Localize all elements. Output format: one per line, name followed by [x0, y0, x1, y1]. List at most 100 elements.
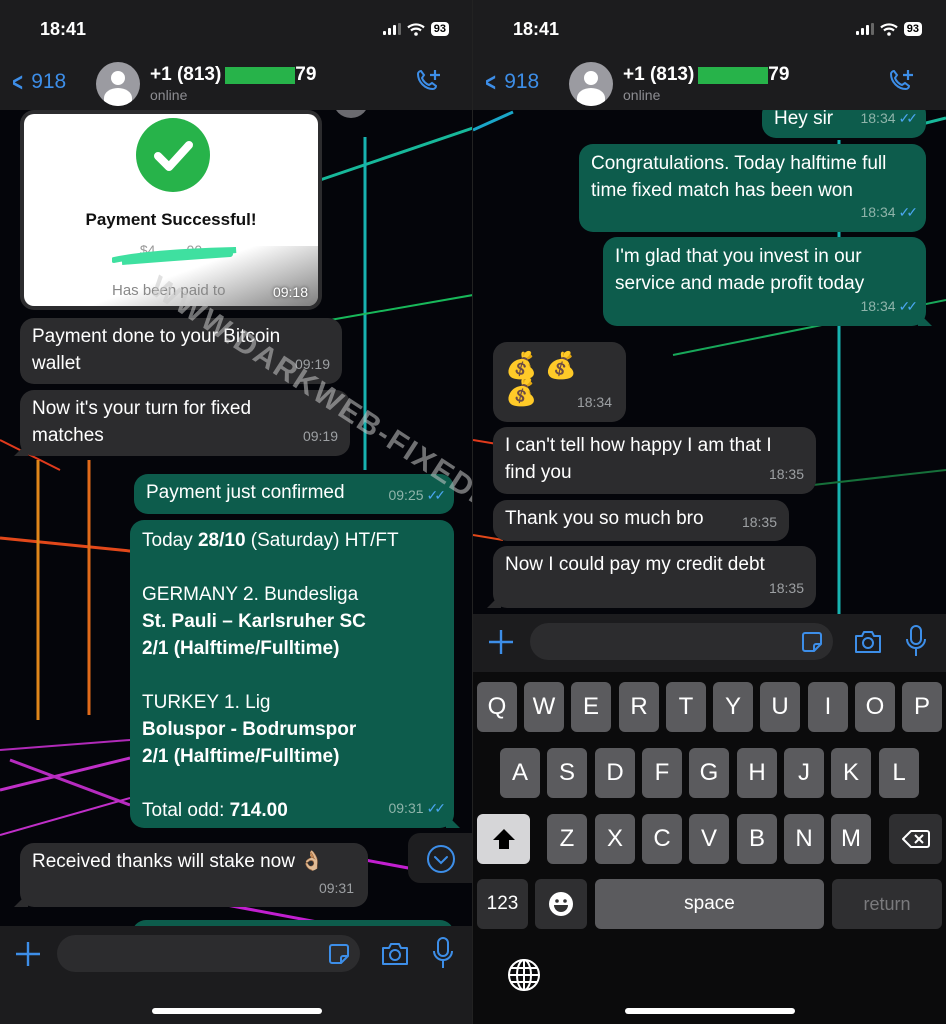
key-s[interactable]: S	[547, 748, 587, 798]
check-circle-icon	[136, 118, 210, 192]
numbers-key[interactable]: 123	[477, 879, 528, 929]
battery-indicator: 93	[430, 22, 449, 36]
back-button[interactable]: < 918	[483, 67, 539, 97]
add-call-icon[interactable]	[413, 68, 443, 96]
sticker-icon[interactable]	[328, 943, 350, 965]
message-incoming[interactable]: Received thanks will stake now 👌🏼 09:31	[14, 843, 368, 907]
key-h[interactable]: H	[737, 748, 777, 798]
key-k[interactable]: K	[831, 748, 871, 798]
contact-info[interactable]: +1 (813) 79 online	[150, 64, 316, 103]
message-text: I can't tell how happy I am that I find …	[505, 435, 772, 483]
screenshot-pair: 18:41 93 < 918 +1 (813) 79 online Payment…	[0, 0, 946, 1024]
cellular-signal-icon	[382, 23, 401, 35]
message-time: 18:34	[576, 394, 612, 410]
key-d[interactable]: D	[595, 748, 635, 798]
message-outgoing[interactable]: Today 28/10 (Saturday) HT/FT GERMANY 2. …	[130, 520, 460, 828]
contact-number-prefix: +1 (813)	[623, 64, 695, 85]
tip-prediction: 2/1 (Halftime/Fulltime)	[142, 638, 340, 659]
message-incoming[interactable]: Payment done to your Bitcoin wallet 09:1…	[20, 318, 342, 384]
wifi-icon	[407, 22, 425, 36]
message-outgoing[interactable]: Payment just confirmed 09:25 ✓✓	[134, 474, 454, 514]
sticker-icon[interactable]	[801, 631, 823, 653]
keyboard-row-3: Z X C V B N M	[473, 814, 946, 864]
key-c[interactable]: C	[642, 814, 682, 864]
tip-date-prefix: Today	[142, 530, 198, 551]
message-time: 09:31	[318, 880, 354, 896]
shift-key[interactable]	[477, 814, 530, 864]
read-receipt-icon: ✓✓	[898, 204, 919, 220]
key-z[interactable]: Z	[547, 814, 587, 864]
message-input[interactable]	[57, 935, 360, 972]
back-button[interactable]: < 918	[10, 69, 66, 95]
payment-title: Payment Successful!	[85, 210, 257, 229]
contact-info[interactable]: +1 (813) 79 online	[623, 64, 789, 103]
key-q[interactable]: Q	[477, 682, 517, 732]
key-n[interactable]: N	[784, 814, 824, 864]
key-g[interactable]: G	[689, 748, 729, 798]
microphone-icon[interactable]	[432, 936, 454, 970]
chevron-left-icon: <	[485, 67, 496, 97]
message-incoming[interactable]: Thank you so much bro 18:35	[493, 500, 789, 541]
contact-status: online	[623, 87, 661, 103]
message-outgoing[interactable]: Congratulations. Today halftime full tim…	[579, 144, 926, 232]
read-receipt-icon: ✓✓	[898, 298, 919, 314]
key-a[interactable]: A	[500, 748, 540, 798]
camera-icon[interactable]	[853, 630, 883, 654]
message-incoming[interactable]: I can't tell how happy I am that I find …	[493, 427, 816, 494]
message-text: Hey sir	[774, 108, 834, 129]
key-y[interactable]: Y	[713, 682, 753, 732]
key-l[interactable]: L	[879, 748, 919, 798]
contact-status: online	[150, 87, 188, 103]
wifi-icon	[880, 22, 898, 36]
key-t[interactable]: T	[666, 682, 706, 732]
plus-icon[interactable]	[14, 940, 42, 968]
message-incoming[interactable]: Now I could pay my credit debt 18:35	[487, 546, 816, 608]
key-b[interactable]: B	[737, 814, 777, 864]
key-v[interactable]: V	[689, 814, 729, 864]
microphone-icon[interactable]	[905, 624, 927, 658]
total-odd-value: 714.00	[229, 800, 288, 821]
message-input[interactable]	[530, 623, 833, 660]
contact-avatar[interactable]	[569, 62, 613, 106]
globe-icon[interactable]	[507, 958, 541, 992]
key-o[interactable]: O	[855, 682, 895, 732]
space-key[interactable]: space	[595, 879, 824, 929]
message-incoming[interactable]: Now it's your turn for fixed matches 09:…	[14, 390, 350, 456]
emoji-key[interactable]	[535, 879, 587, 929]
key-i[interactable]: I	[808, 682, 848, 732]
add-call-icon[interactable]	[886, 68, 916, 96]
read-receipt-icon: ✓✓	[426, 487, 447, 503]
return-key[interactable]: return	[832, 879, 942, 929]
key-f[interactable]: F	[642, 748, 682, 798]
home-indicator[interactable]	[152, 1008, 322, 1014]
payment-image-message[interactable]: Payment Successful! $4,___.00 Has been p…	[20, 110, 322, 310]
key-w[interactable]: W	[524, 682, 564, 732]
battery-indicator: 93	[903, 22, 922, 36]
message-outgoing[interactable]: I'm glad that you invest in our service …	[603, 237, 932, 326]
message-text: Payment done to your Bitcoin wallet	[32, 326, 281, 374]
compose-bar	[473, 614, 946, 676]
key-x[interactable]: X	[595, 814, 635, 864]
key-e[interactable]: E	[571, 682, 611, 732]
chat-header: 18:41 93 < 918 +1 (813) 79 online	[473, 0, 946, 110]
backspace-key[interactable]	[889, 814, 942, 864]
home-indicator[interactable]	[625, 1008, 795, 1014]
message-text: Now it's your turn for fixed matches	[32, 398, 252, 446]
status-time: 18:41	[40, 19, 87, 39]
backspace-icon	[901, 830, 930, 848]
keyboard: Q W E R T Y U I O P A S D F G H J K L Z	[473, 672, 946, 1024]
key-m[interactable]: M	[831, 814, 871, 864]
key-r[interactable]: R	[619, 682, 659, 732]
message-incoming[interactable]: 💰 💰 💰 18:34	[493, 342, 626, 422]
message-text: 💰 💰 💰	[505, 350, 577, 407]
message-time: 18:34	[860, 204, 896, 220]
key-u[interactable]: U	[760, 682, 800, 732]
read-receipt-icon: ✓✓	[898, 110, 919, 126]
key-p[interactable]: P	[902, 682, 942, 732]
camera-icon[interactable]	[380, 942, 410, 966]
message-text: Thank you so much bro	[505, 508, 704, 529]
key-j[interactable]: J	[784, 748, 824, 798]
contact-avatar[interactable]	[96, 62, 140, 106]
plus-icon[interactable]	[487, 628, 515, 656]
scroll-to-bottom-button[interactable]	[408, 833, 472, 883]
